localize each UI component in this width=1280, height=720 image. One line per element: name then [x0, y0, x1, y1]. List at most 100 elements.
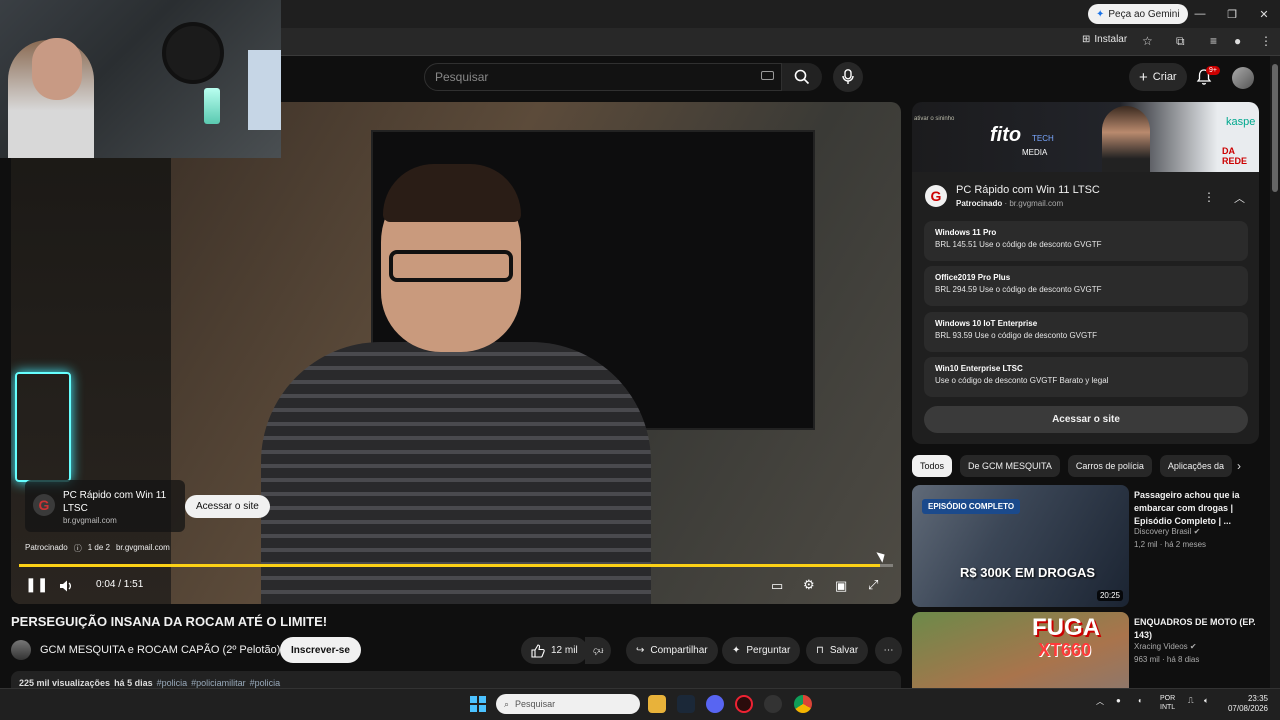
install-icon: ⊞ [1082, 34, 1091, 45]
webcam-overlay [0, 0, 281, 158]
sponsor-product-name: Windows 10 IoT Enterprise [935, 319, 1038, 328]
windows-taskbar [0, 688, 1280, 720]
app-icon[interactable] [764, 695, 782, 713]
minimize-icon[interactable]: — [1184, 0, 1216, 28]
tray-chevron-up-icon[interactable]: ︿ [1096, 696, 1104, 707]
chip-channel[interactable]: De GCM MESQUITA [960, 455, 1060, 477]
taskbar-search[interactable]: ⌕ Pesquisar [496, 694, 640, 714]
taskbar-clock[interactable]: 23:35 07/08/2026 [1224, 694, 1268, 714]
recommendation-title[interactable]: ENQUADROS DE MOTO (EP. 143) [1134, 616, 1260, 642]
sponsor-product-item[interactable]: Win10 Enterprise LTSC Use o código de de… [924, 357, 1248, 397]
like-button[interactable]: 12 mil [521, 637, 588, 664]
sponsor-visit-site-button[interactable]: Acessar o site [924, 406, 1248, 433]
chip-applications[interactable]: Aplicações da [1159, 455, 1232, 477]
channel-name[interactable]: GCM MESQUITA e ROCAM CAPÃO (2º Pelotão) [40, 644, 280, 656]
sponsor-title[interactable]: PC Rápido com Win 11 LTSC [956, 184, 1100, 196]
mouse-cursor [876, 549, 888, 563]
scrollbar-thumb[interactable] [1272, 64, 1278, 192]
info-icon[interactable]: ⓘ [74, 543, 82, 554]
ask-label: Perguntar [746, 645, 791, 656]
tray-app-icon[interactable]: ◐ [1138, 696, 1143, 705]
video-scene-pc [15, 372, 71, 482]
sponsor-product-item[interactable]: Office2019 Pro Plus BRL 294.59 Use o cód… [924, 266, 1248, 306]
search-placeholder: Pesquisar [435, 70, 489, 84]
sponsor-subtitle: Patrocinado · br.gvgmail.com [956, 199, 1064, 208]
sponsor-url: br.gvgmail.com [1009, 199, 1064, 208]
more-vert-icon[interactable]: ⋮ [1203, 190, 1215, 204]
subscribe-button[interactable]: Inscrever-se [280, 637, 361, 663]
steam-icon[interactable] [677, 695, 695, 713]
chevron-right-icon[interactable]: › [1237, 459, 1241, 473]
description-preview[interactable]: 225 mil visualizações há 5 dias #policia… [11, 671, 901, 689]
advertiser-logo-icon: G [925, 185, 947, 207]
close-icon[interactable]: ✕ [1248, 0, 1280, 28]
recommendation-channel-name: Discovery Brasil [1134, 527, 1192, 536]
banner-logo-fito: fito [990, 124, 1022, 146]
subtitles-icon[interactable]: ▭ [771, 578, 783, 594]
network-icon[interactable]: ⎍ [1188, 696, 1194, 706]
clock-time: 23:35 [1247, 694, 1268, 703]
banner-rede-logo: DA REDE [1222, 146, 1248, 166]
save-button[interactable]: ⊓ Salvar [806, 637, 869, 664]
filter-chips: Todos De GCM MESQUITA Carros de polícia … [912, 455, 1252, 477]
keyboard-icon[interactable] [761, 71, 774, 80]
maximize-icon[interactable]: ❐ [1216, 0, 1248, 28]
recommendation-item[interactable]: EPISÓDIO COMPLETO R$ 300K EM DROGAS 20:2… [912, 485, 1262, 609]
recommendation-age: há 8 dias [1166, 655, 1200, 664]
share-button[interactable]: ↪ Compartilhar [626, 637, 718, 664]
banner-person [1102, 106, 1150, 172]
language-code: POR [1160, 695, 1176, 702]
recommendation-channel[interactable]: Discovery Brasil ✔ [1134, 527, 1200, 536]
window-controls: — ❐ ✕ [1184, 0, 1280, 28]
progress-bar[interactable] [19, 564, 893, 567]
install-app-button[interactable]: ⊞ Instalar [1082, 34, 1127, 45]
dislike-button[interactable]: 👍︎ [585, 637, 612, 664]
channel-avatar[interactable] [11, 640, 31, 660]
ask-button[interactable]: ✦ Perguntar [722, 637, 801, 664]
file-explorer-icon[interactable] [648, 695, 666, 713]
account-avatar[interactable] [1232, 67, 1254, 89]
ad-url: br.gvgmail.com [63, 516, 117, 525]
share-label: Compartilhar [650, 645, 708, 656]
bookmark-star-icon[interactable]: ☆ [1142, 34, 1153, 48]
chevron-up-icon[interactable]: ︿ [1234, 190, 1245, 206]
verified-icon: ✔ [1193, 527, 1201, 536]
keyboard-language[interactable]: POR INTL [1160, 694, 1175, 712]
sponsor-banner[interactable]: ativar o sininho fito TECH MEDIA kaspe D… [912, 102, 1259, 172]
ad-visit-site-button[interactable]: Acessar o site [185, 495, 270, 518]
pause-icon[interactable]: ❚❚ [25, 576, 48, 593]
sponsor-product-item[interactable]: Windows 10 IoT Enterprise BRL 93.59 Use … [924, 312, 1248, 352]
volume-icon[interactable] [59, 579, 73, 593]
more-actions-button[interactable]: ⋯ [875, 637, 902, 664]
voice-search-button[interactable] [833, 62, 863, 92]
settings-gear-icon[interactable]: ⚙ [803, 577, 815, 593]
browser-menu-icon[interactable]: ⋮ [1260, 34, 1272, 48]
extensions-icon[interactable]: ⧉ [1176, 34, 1185, 49]
search-input[interactable]: Pesquisar [424, 63, 782, 91]
discord-icon[interactable] [706, 695, 724, 713]
tray-app-icon[interactable]: ● [1116, 696, 1121, 705]
windows-start-icon[interactable] [470, 696, 486, 712]
media-control-icon[interactable]: ≡ [1210, 34, 1217, 48]
recommendation-thumbnail[interactable]: EPISÓDIO COMPLETO R$ 300K EM DROGAS 20:2… [912, 485, 1129, 607]
create-button[interactable]: + Criar [1129, 63, 1187, 91]
ad-meta: Patrocinado ⓘ 1 de 2 br.gvgmail.com [25, 543, 170, 554]
chrome-icon[interactable] [794, 695, 812, 713]
sponsor-product-item[interactable]: Windows 11 Pro BRL 145.51 Use o código d… [924, 221, 1248, 261]
fullscreen-icon[interactable]: ⤢ [868, 577, 878, 593]
chip-all[interactable]: Todos [912, 455, 953, 477]
ask-gemini-button[interactable]: ✦ Peça ao Gemini [1088, 4, 1188, 24]
recommendation-age: há 2 meses [1164, 540, 1207, 549]
bookmark-icon: ⊓ [816, 645, 824, 656]
search-button[interactable] [782, 63, 822, 91]
speaker-icon[interactable]: 🔈︎ [1204, 696, 1209, 706]
profile-icon[interactable]: ● [1234, 34, 1241, 48]
recommendation-meta: 1,2 mil · há 2 meses [1134, 540, 1207, 549]
theater-mode-icon[interactable]: ▣ [835, 578, 847, 594]
thumbs-down-icon: 👍︎ [593, 644, 604, 656]
video-player[interactable]: G PC Rápido com Win 11 LTSC br.gvgmail.c… [11, 102, 901, 604]
recommendation-channel[interactable]: Xracing Videos ✔ [1134, 642, 1197, 651]
recommendation-title[interactable]: Passageiro achou que ia embarcar com dro… [1134, 489, 1260, 528]
chip-police-cars[interactable]: Carros de polícia [1067, 455, 1152, 477]
opera-gx-icon[interactable] [735, 695, 753, 713]
